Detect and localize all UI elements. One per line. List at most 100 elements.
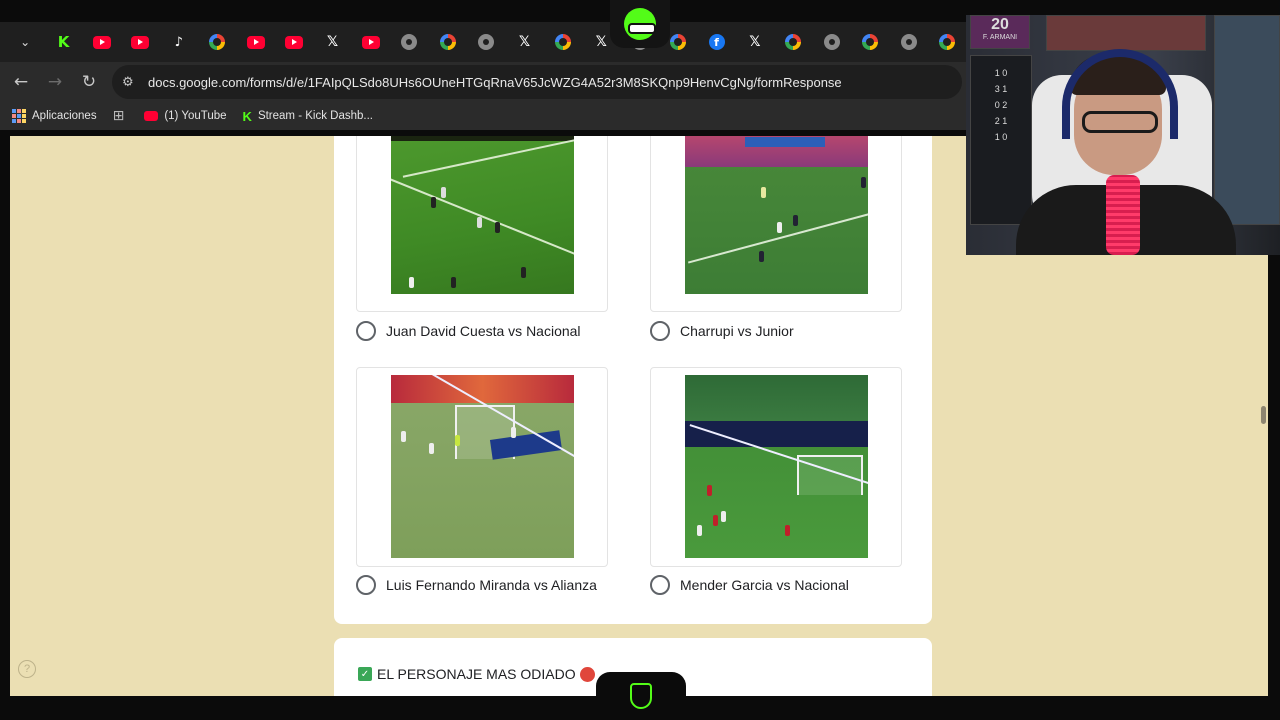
jersey-number: 20 <box>991 16 1009 33</box>
google-icon <box>439 34 456 50</box>
address-bar[interactable]: ⚙ docs.google.com/forms/d/e/1FAIpQLSdo8U… <box>112 65 962 99</box>
tab-google[interactable] <box>851 27 889 57</box>
x-icon: 𝕏 <box>326 34 339 50</box>
glasses <box>1082 111 1158 133</box>
reload-button[interactable]: ↻ <box>72 65 106 99</box>
stream-frame: ⌄ K ♪ 𝕏 𝕏 𝕏 f 𝕏 ← → ↻ ⚙ docs.google.com/… <box>0 0 1280 720</box>
youtube-icon <box>93 35 112 49</box>
tab-youtube[interactable] <box>83 27 121 57</box>
globe-icon <box>478 34 495 50</box>
score-text: 0 2 <box>994 100 1008 110</box>
webcam-overlay: 20 F. ARMANI 1 0 3 1 0 2 2 1 1 0 <box>966 15 1280 255</box>
bookmarks-bar: Aplicaciones ⊞ (1) YouTube K Stream - Ki… <box>0 102 966 130</box>
tab-groups-icon[interactable]: ⊞ <box>113 108 125 124</box>
tab-google[interactable] <box>774 27 812 57</box>
tab-youtube[interactable] <box>121 27 159 57</box>
option-image <box>685 375 868 558</box>
tab-google[interactable] <box>428 27 466 57</box>
jersey-poster: 20 F. ARMANI <box>970 15 1030 49</box>
tab-youtube[interactable] <box>275 27 313 57</box>
team-poster <box>1214 15 1280 225</box>
score-text: 1 0 <box>994 68 1008 78</box>
google-icon <box>938 34 955 50</box>
tab-x[interactable]: 𝕏 <box>736 27 774 57</box>
scoreboard-poster: 1 0 3 1 0 2 2 1 1 0 <box>970 55 1032 225</box>
option-radio[interactable] <box>650 575 670 595</box>
globe-icon <box>823 34 840 50</box>
back-button[interactable]: ← <box>4 65 38 99</box>
tab-google[interactable] <box>928 27 966 57</box>
tab-x[interactable]: 𝕏 <box>313 27 351 57</box>
jersey-name: F. ARMANI <box>982 34 1018 41</box>
tab-globe[interactable] <box>467 27 505 57</box>
option-label: Charrupi vs Junior <box>680 323 794 339</box>
apps-icon <box>12 109 26 123</box>
option-radio[interactable] <box>356 575 376 595</box>
chrome-icon <box>401 34 418 50</box>
google-icon <box>670 34 687 50</box>
tab-kick[interactable]: K <box>44 27 82 57</box>
browser-toolbar: ← → ↻ ⚙ docs.google.com/forms/d/e/1FAIpQ… <box>0 62 966 102</box>
site-settings-icon[interactable]: ⚙ <box>122 75 144 90</box>
tab-globe[interactable] <box>813 27 851 57</box>
option-image-frame <box>650 367 902 567</box>
option-image <box>391 136 574 294</box>
bookmark-label: Aplicaciones <box>32 110 97 122</box>
check-mark-icon: ✓ <box>358 667 372 681</box>
url-text: docs.google.com/forms/d/e/1FAIpQLSdo8UHs… <box>148 74 842 90</box>
kick-icon: K <box>57 33 70 51</box>
channel-logo <box>610 0 670 48</box>
help-icon[interactable]: ? <box>18 660 36 678</box>
question-title: ✓ EL PERSONAJE MAS ODIADO <box>358 666 595 682</box>
forward-button[interactable]: → <box>38 65 72 99</box>
tab-google[interactable] <box>544 27 582 57</box>
tab-globe[interactable] <box>889 27 927 57</box>
option-image <box>391 375 574 558</box>
question-card: Juan David Cuesta vs Nacional Charrupi v… <box>334 136 932 624</box>
bookmark-kick[interactable]: K Stream - Kick Dashb... <box>243 109 373 124</box>
tab-strip: ⌄ K ♪ 𝕏 𝕏 𝕏 f 𝕏 <box>0 22 966 62</box>
google-icon <box>554 34 571 50</box>
tab-menu-icon[interactable]: ⌄ <box>6 27 44 57</box>
option-image-frame <box>650 136 902 312</box>
option-label: Luis Fernando Miranda vs Alianza <box>386 577 597 593</box>
score-text: 2 1 <box>994 116 1008 126</box>
question-text: EL PERSONAJE MAS ODIADO <box>377 666 576 682</box>
scrollbar-thumb[interactable] <box>1261 406 1266 424</box>
option-label: Mender Garcia vs Nacional <box>680 577 849 593</box>
tab-youtube[interactable] <box>236 27 274 57</box>
youtube-icon <box>144 111 159 121</box>
kick-icon: K <box>242 108 252 124</box>
option-radio[interactable] <box>356 321 376 341</box>
option-image-frame <box>356 367 608 567</box>
youtube-icon <box>361 35 380 49</box>
youtube-icon <box>131 35 150 49</box>
youtube-icon <box>285 35 304 49</box>
globe-icon <box>900 34 917 50</box>
x-icon: 𝕏 <box>749 34 761 50</box>
tab-tiktok[interactable]: ♪ <box>160 27 198 57</box>
option-image <box>685 136 868 294</box>
option-radio[interactable] <box>650 321 670 341</box>
tab-x[interactable]: 𝕏 <box>505 27 543 57</box>
photo-poster <box>1046 15 1206 51</box>
google-icon <box>785 34 802 50</box>
bookmark-label: (1) YouTube <box>164 110 227 122</box>
score-text: 3 1 <box>994 84 1008 94</box>
bookmark-apps[interactable]: Aplicaciones <box>12 109 97 123</box>
score-text: 1 0 <box>994 132 1008 142</box>
x-icon: 𝕏 <box>595 34 607 50</box>
tab-facebook[interactable]: f <box>697 27 735 57</box>
google-icon <box>209 34 226 50</box>
tiktok-icon: ♪ <box>174 34 183 50</box>
bookmark-label: Stream - Kick Dashb... <box>257 110 373 122</box>
microphone <box>1106 175 1140 255</box>
bookmark-youtube[interactable]: (1) YouTube <box>144 110 227 122</box>
tab-youtube[interactable] <box>352 27 390 57</box>
tab-chrome[interactable] <box>390 27 428 57</box>
option-image-frame <box>356 136 608 312</box>
google-icon <box>862 34 879 50</box>
x-icon: 𝕏 <box>518 34 531 50</box>
shield-logo <box>596 672 686 720</box>
tab-google[interactable] <box>198 27 236 57</box>
